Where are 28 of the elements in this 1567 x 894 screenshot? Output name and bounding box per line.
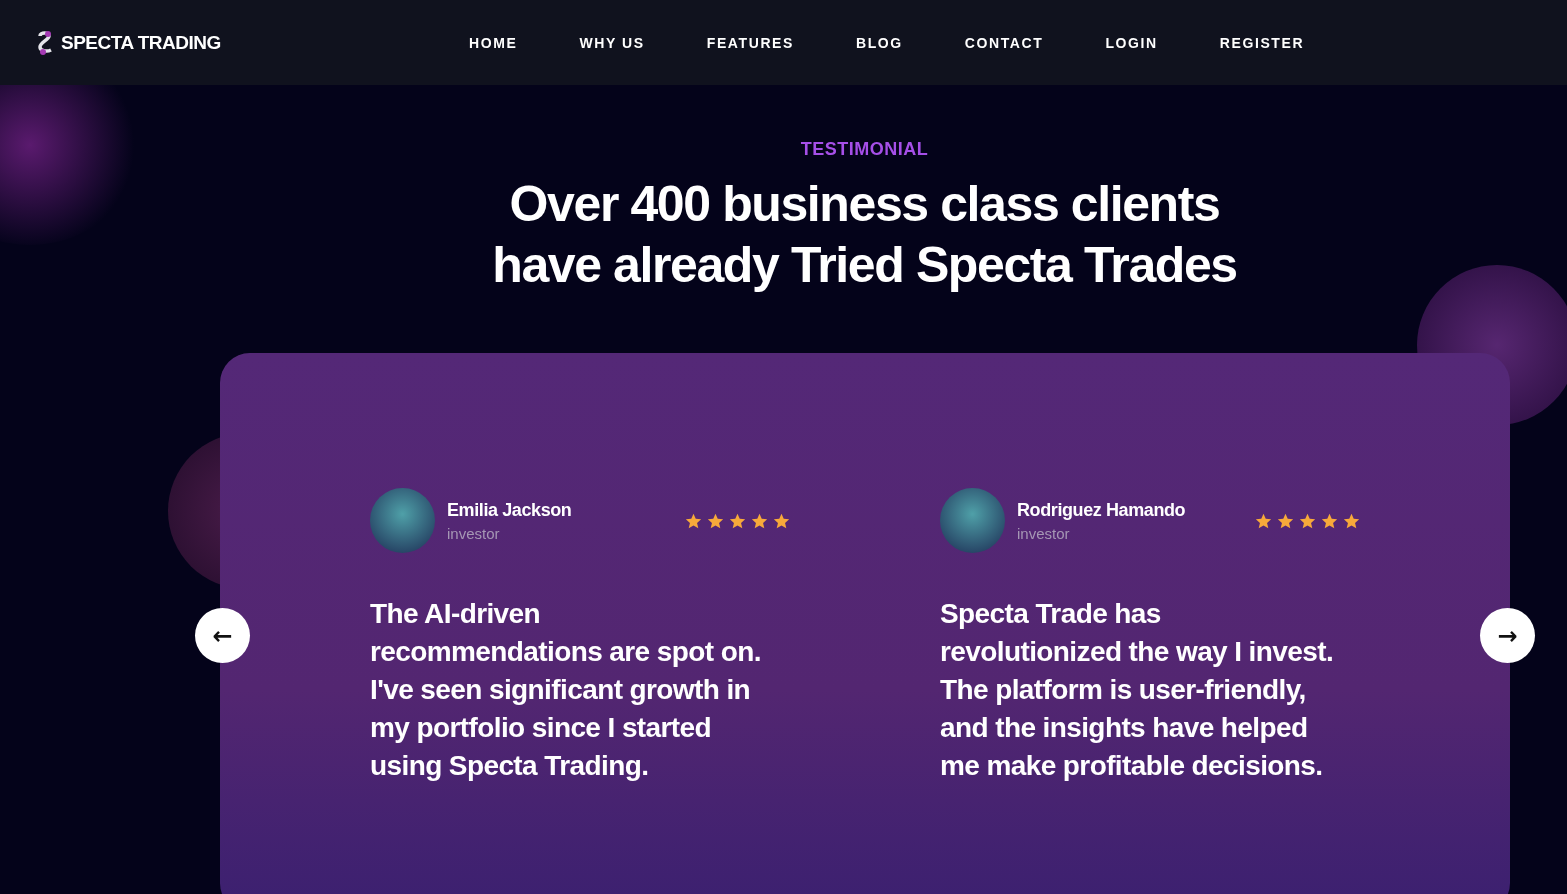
star-icon xyxy=(1255,512,1272,529)
logo-icon xyxy=(36,29,55,56)
logo-text: SPECTA TRADING xyxy=(61,31,221,54)
nav-link[interactable]: LOGIN xyxy=(1074,34,1189,51)
star-icon xyxy=(729,512,746,529)
star-icon xyxy=(1299,512,1316,529)
nav-link[interactable]: CONTACT xyxy=(933,34,1075,51)
testimonial-quote: The AI-driven recommendations are spot on. I've seen significant growth in my portfolio since I started using Specta Trading. xyxy=(370,597,762,783)
reviewer-name: Emilia Jackson xyxy=(447,499,573,521)
star-icon xyxy=(1343,512,1360,529)
star-icon xyxy=(1277,512,1294,529)
section-heading-line: Over 400 business class clients xyxy=(509,175,1220,234)
star-icon xyxy=(707,512,724,529)
nav-link[interactable]: WHY US xyxy=(548,34,676,51)
nav-link[interactable]: FEATURES xyxy=(675,34,825,51)
star-icon xyxy=(1321,512,1338,529)
nav-link[interactable]: REGISTER xyxy=(1188,34,1336,51)
reviewer-name: Rodriguez Hamando xyxy=(1017,499,1187,521)
reviewer-role: investor xyxy=(447,524,501,542)
section-heading-line: have already Tried Specta Trades xyxy=(492,236,1237,295)
section-eyebrow: TESTIMONIAL xyxy=(800,139,929,160)
nav-link[interactable]: BLOG xyxy=(825,34,934,51)
star-icon xyxy=(773,512,790,529)
star-icon xyxy=(751,512,768,529)
reviewer-role: investor xyxy=(1017,524,1071,542)
star-icon xyxy=(685,512,702,529)
nav-link[interactable]: HOME xyxy=(438,34,549,51)
testimonial-quote: Specta Trade has revolutionized the way I invest. The platform is user-friendly, and the insights have helped me make profitable decisions. xyxy=(940,597,1335,783)
